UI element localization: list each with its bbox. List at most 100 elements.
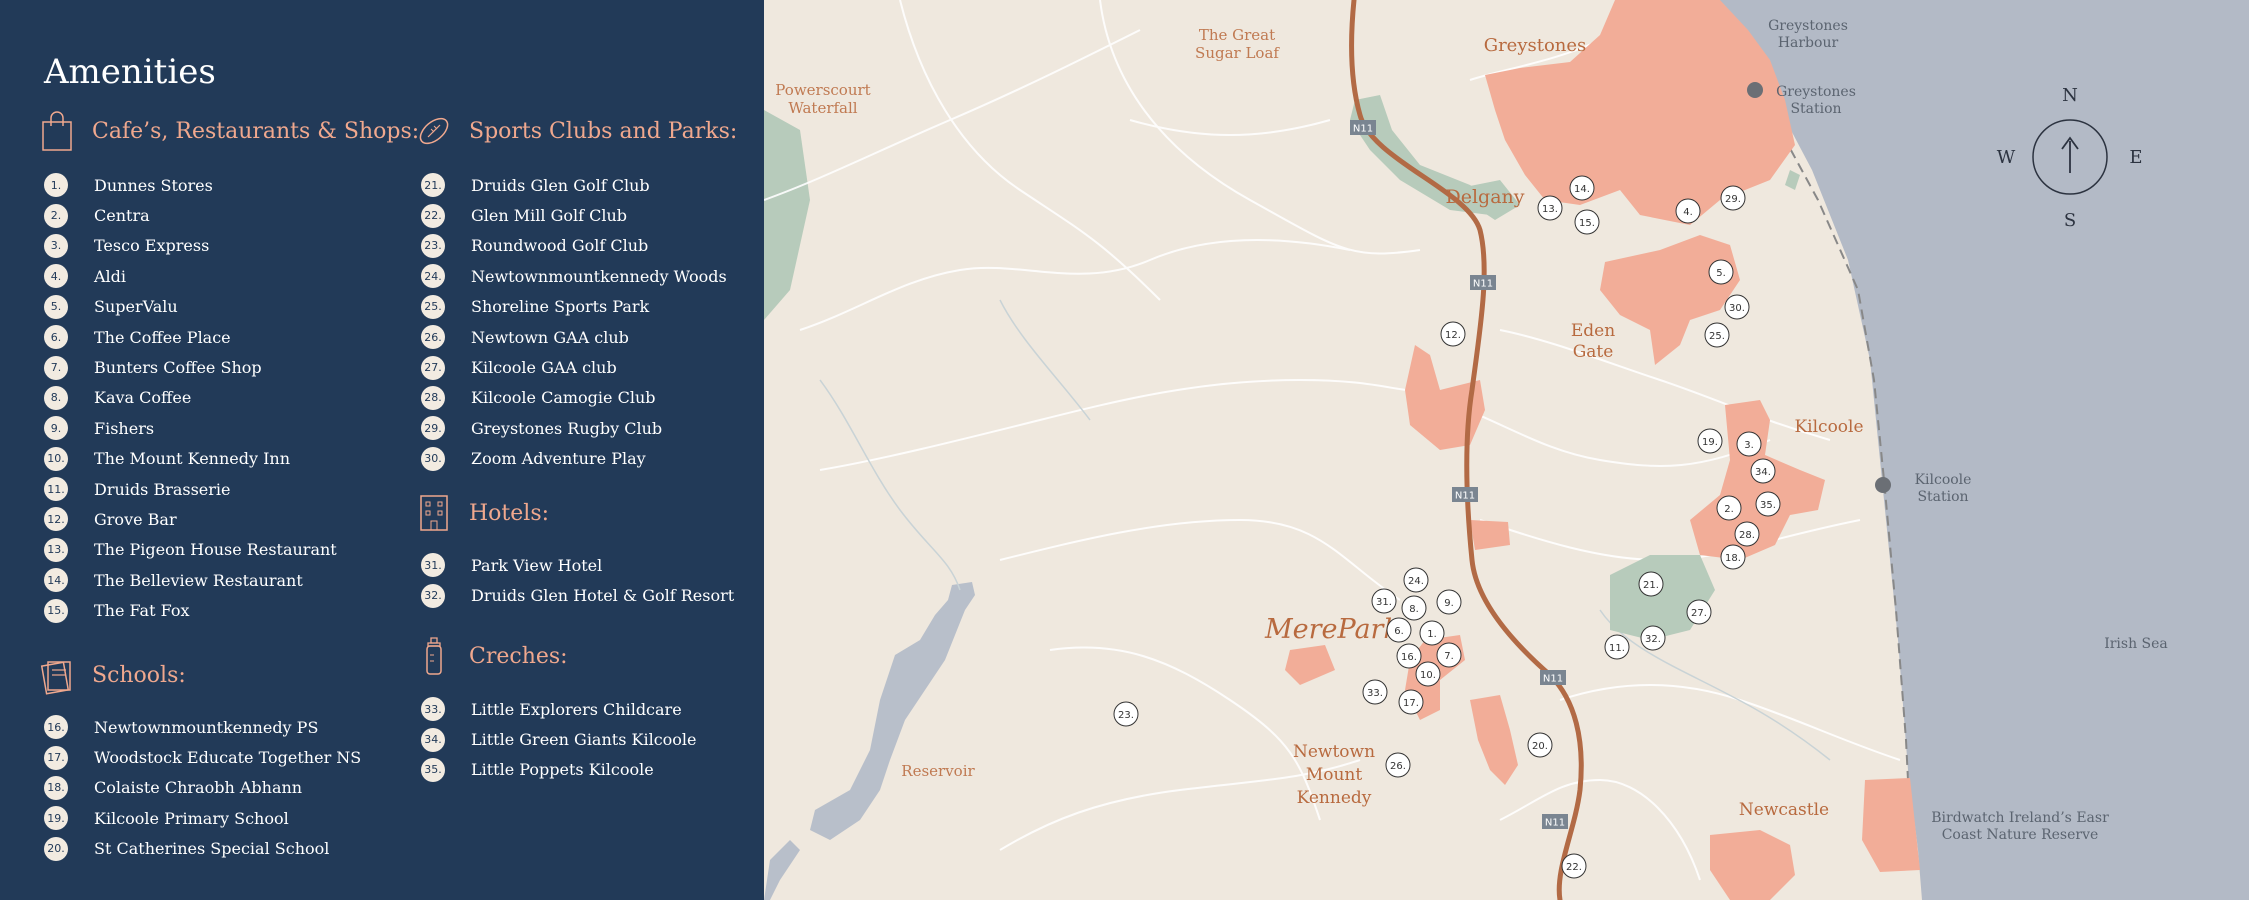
list-item[interactable]: 22. Glen Mill Golf Club (421, 200, 727, 230)
map-marker[interactable]: 17. (1398, 689, 1424, 715)
item-number: 4. (44, 264, 68, 289)
item-number: 28. (421, 385, 445, 410)
label-kilcoole: Kilcoole (1794, 417, 1863, 437)
item-number: 25. (421, 294, 445, 319)
item-label: Shoreline Sports Park (471, 297, 650, 317)
map-marker[interactable]: 16. (1396, 643, 1422, 669)
list-item[interactable]: 8. Kava Coffee (44, 383, 337, 413)
map-marker[interactable]: 3. (1736, 431, 1762, 457)
item-label: Roundwood Golf Club (471, 236, 649, 256)
map-marker[interactable]: 29. (1720, 185, 1746, 211)
kilcoole-station-dot (1875, 477, 1891, 493)
list-item[interactable]: 34. Little Green Giants Kilcoole (421, 724, 697, 754)
item-number: 34. (421, 727, 445, 752)
map-marker[interactable]: 22. (1561, 853, 1587, 879)
map-marker[interactable]: 15. (1574, 209, 1600, 235)
list-item[interactable]: 2. Centra (44, 200, 337, 230)
map-marker[interactable]: 27. (1686, 599, 1712, 625)
list-item[interactable]: 1. Dunnes Stores (44, 170, 337, 200)
map-marker[interactable]: 35. (1755, 491, 1781, 517)
map-marker[interactable]: 10. (1415, 661, 1441, 687)
map-marker[interactable]: 31. (1371, 588, 1397, 614)
map-marker[interactable]: 9. (1436, 589, 1462, 615)
marker-label: 32. (1645, 634, 1661, 645)
list-item[interactable]: 16. Newtownmountkennedy PS (44, 712, 361, 742)
map-marker[interactable]: 5. (1708, 259, 1734, 285)
item-number: 1. (44, 173, 68, 198)
item-number: 19. (44, 806, 68, 831)
list-item[interactable]: 31. Park View Hotel (421, 550, 734, 580)
list-item[interactable]: 12. Grove Bar (44, 504, 337, 534)
map-marker[interactable]: 30. (1724, 294, 1750, 320)
map-marker[interactable]: 13. (1537, 195, 1563, 221)
item-label: The Mount Kennedy Inn (94, 449, 291, 469)
map-marker[interactable]: 8. (1401, 595, 1427, 621)
label-great-sugar-loaf-1: The Great (1199, 26, 1275, 44)
n11-shield: N11 (1542, 814, 1568, 829)
list-item[interactable]: 28. Kilcoole Camogie Club (421, 383, 727, 413)
map-marker[interactable]: 20. (1527, 732, 1553, 758)
item-label: Druids Brasserie (94, 479, 231, 499)
item-label: SuperValu (94, 297, 178, 317)
map-marker[interactable]: 34. (1750, 458, 1776, 484)
marker-label: 14. (1574, 184, 1590, 195)
map-svg[interactable]: N11 N11 N11 N11 N11 Greystones Delgany E… (764, 0, 2249, 900)
label-irish-sea: Irish Sea (2104, 636, 2168, 652)
map-area[interactable]: N11 N11 N11 N11 N11 Greystones Delgany E… (764, 0, 2249, 900)
label-greystones-harbour-2: Harbour (1778, 35, 1839, 51)
list-item[interactable]: 10. The Mount Kennedy Inn (44, 444, 337, 474)
list-item[interactable]: 25. Shoreline Sports Park (421, 292, 727, 322)
list-item[interactable]: 24. Newtownmountkennedy Woods (421, 261, 727, 291)
list-item[interactable]: 9. Fishers (44, 413, 337, 443)
map-marker[interactable]: 24. (1403, 567, 1429, 593)
marker-label: 31. (1376, 597, 1392, 608)
map-marker[interactable]: 19. (1697, 428, 1723, 454)
map-marker[interactable]: 2. (1716, 495, 1742, 521)
list-item[interactable]: 3. Tesco Express (44, 231, 337, 261)
map-marker[interactable]: 14. (1569, 175, 1595, 201)
list-item[interactable]: 19. Kilcoole Primary School (44, 803, 361, 833)
item-label: Grove Bar (94, 509, 177, 529)
map-marker[interactable]: 1. (1419, 620, 1445, 646)
item-number: 17. (44, 745, 68, 770)
map-marker[interactable]: 28. (1734, 521, 1760, 547)
map-marker[interactable]: 18. (1720, 544, 1746, 570)
map-marker[interactable]: 21. (1638, 571, 1664, 597)
list-item[interactable]: 13. The Pigeon House Restaurant (44, 535, 337, 565)
list-item[interactable]: 4. Aldi (44, 261, 337, 291)
map-marker[interactable]: 25. (1704, 322, 1730, 348)
map-marker[interactable]: 33. (1362, 679, 1388, 705)
list-item[interactable]: 6. The Coffee Place (44, 322, 337, 352)
map-marker[interactable]: 11. (1604, 634, 1630, 660)
list-item[interactable]: 15. The Fat Fox (44, 595, 337, 625)
list-item[interactable]: 14. The Belleview Restaurant (44, 565, 337, 595)
item-label: Centra (94, 206, 150, 226)
list-item[interactable]: 20. St Catherines Special School (44, 834, 361, 864)
books-icon (40, 654, 74, 696)
map-marker[interactable]: 6. (1386, 617, 1412, 643)
item-label: The Belleview Restaurant (94, 570, 303, 590)
list-item[interactable]: 32. Druids Glen Hotel & Golf Resort (421, 580, 734, 610)
list-item[interactable]: 29. Greystones Rugby Club (421, 413, 727, 443)
map-marker[interactable]: 4. (1675, 198, 1701, 224)
list-item[interactable]: 30. Zoom Adventure Play (421, 444, 727, 474)
list-item[interactable]: 33. Little Explorers Childcare (421, 694, 697, 724)
list-item[interactable]: 18. Colaiste Chraobh Abhann (44, 773, 361, 803)
list-item[interactable]: 26. Newtown GAA club (421, 322, 727, 352)
map-marker[interactable]: 23. (1113, 701, 1139, 727)
map-marker[interactable]: 7. (1436, 642, 1462, 668)
list-item[interactable]: 23. Roundwood Golf Club (421, 231, 727, 261)
list-item[interactable]: 21. Druids Glen Golf Club (421, 170, 727, 200)
list-item[interactable]: 7. Bunters Coffee Shop (44, 352, 337, 382)
map-marker[interactable]: 26. (1385, 752, 1411, 778)
label-greystones-station-2: Station (1790, 101, 1841, 117)
map-marker[interactable]: 32. (1640, 625, 1666, 651)
list-item[interactable]: 27. Kilcoole GAA club (421, 352, 727, 382)
list-item[interactable]: 35. Little Poppets Kilcoole (421, 755, 697, 785)
list-item[interactable]: 5. SuperValu (44, 292, 337, 322)
item-number: 5. (44, 294, 68, 319)
list-item[interactable]: 11. Druids Brasserie (44, 474, 337, 504)
n11-shield: N11 (1470, 275, 1496, 290)
map-marker[interactable]: 12. (1440, 321, 1466, 347)
list-item[interactable]: 17. Woodstock Educate Together NS (44, 742, 361, 772)
